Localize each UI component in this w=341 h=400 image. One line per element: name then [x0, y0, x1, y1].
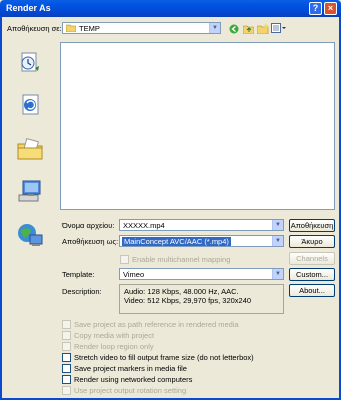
filename-input[interactable]: XXXXX.mp4 ▼: [119, 219, 284, 231]
template-label: Template:: [62, 270, 95, 279]
save-in-dropdown[interactable]: TEMP ▼: [62, 22, 221, 34]
filename-value: XXXXX.mp4: [123, 221, 165, 230]
chevron-down-icon: ▼: [209, 23, 220, 33]
about-button[interactable]: About...: [289, 284, 335, 297]
template-value: Vimeo: [123, 270, 145, 279]
save-in-value: TEMP: [79, 24, 100, 33]
save-in-label: Αποθήκευση σε:: [7, 24, 62, 33]
checkbox-box: [62, 320, 71, 329]
description-line-audio: Audio: 128 Kbps, 48.000 Hz, AAC.: [124, 287, 239, 296]
checkbox-box: [62, 342, 71, 351]
option-label: Save project as path reference in render…: [74, 320, 239, 329]
save-button[interactable]: Αποθήκευση: [289, 219, 335, 232]
chevron-down-icon: ▼: [272, 269, 283, 279]
help-button[interactable]: ?: [309, 2, 322, 15]
view-menu-icon[interactable]: [271, 23, 287, 34]
cancel-button[interactable]: Άκυρο: [289, 235, 335, 248]
option-label: Save project markers in media file: [74, 364, 187, 373]
save-as-type-value: MainConcept AVC/AAC (*.mp4): [122, 237, 231, 246]
folder-icon: [66, 24, 76, 32]
description-line-video: Video: 512 Kbps, 29,970 fps, 320x240: [124, 296, 252, 305]
back-icon[interactable]: [229, 24, 239, 34]
option-label: Use project output rotation setting: [74, 386, 187, 395]
chevron-down-icon: ▼: [272, 220, 283, 230]
option-label: Render using networked computers: [74, 375, 193, 384]
checkbox-box: [120, 255, 129, 264]
close-button[interactable]: ×: [324, 2, 337, 15]
places-bar: [6, 42, 56, 260]
template-dropdown[interactable]: Vimeo ▼: [119, 268, 284, 280]
channels-button[interactable]: Channels: [289, 252, 335, 265]
title-bar: Render As ? ×: [0, 0, 341, 17]
filename-label: Όνομα αρχείου:: [62, 221, 115, 230]
description-label: Description:: [62, 287, 102, 296]
option-label: Render loop region only: [74, 342, 154, 351]
checkbox-box: [62, 375, 71, 384]
desktop-icon[interactable]: [15, 90, 45, 120]
checkbox-box: [62, 353, 71, 362]
my-documents-icon[interactable]: [15, 134, 45, 164]
checkbox-box: [62, 386, 71, 395]
option-label: Stretch video to fill output frame size …: [74, 353, 254, 362]
checkbox-box: [62, 331, 71, 340]
my-computer-icon[interactable]: [15, 176, 45, 206]
save-as-type-dropdown[interactable]: MainConcept AVC/AAC (*.mp4) ▼: [119, 235, 284, 247]
custom-button[interactable]: Custom...: [289, 268, 335, 281]
file-list[interactable]: [60, 42, 335, 210]
window-title: Render As: [6, 3, 51, 13]
description-box: Audio: 128 Kbps, 48.000 Hz, AAC. Video: …: [119, 284, 284, 314]
checkbox-box: [62, 364, 71, 373]
recent-documents-icon[interactable]: [15, 48, 45, 78]
save-as-type-label: Αποθήκευση ως:: [62, 237, 119, 246]
new-folder-icon[interactable]: [257, 23, 269, 34]
network-places-icon[interactable]: [15, 220, 45, 250]
multichannel-label: Enable multichannel mapping: [132, 255, 231, 264]
chevron-down-icon: ▼: [272, 236, 283, 246]
option-label: Copy media with project: [74, 331, 155, 340]
up-folder-icon[interactable]: [243, 23, 254, 34]
